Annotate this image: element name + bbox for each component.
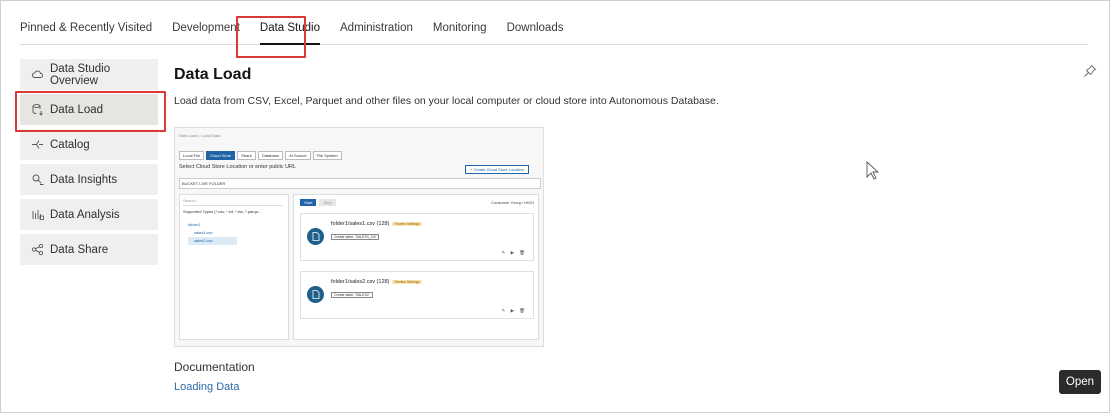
sidebar-item-label: Data Share (50, 243, 109, 256)
preview-search: Search... (183, 198, 283, 206)
file-icon (307, 228, 324, 245)
share-icon (31, 243, 44, 256)
preview-load-cart-panel: Start Stop Consumer Group: HIGH folder1/… (293, 194, 539, 340)
tab-development[interactable]: Development (172, 16, 240, 44)
tab-downloads[interactable]: Downloads (507, 16, 564, 44)
preview-toolbar: Start Stop (300, 199, 336, 206)
preview-tree: folder1 sales1.csv sales2.csv (188, 221, 237, 245)
preview-card-target: Create table: 'SALES2' (331, 292, 373, 298)
sidebar-item-data-analysis[interactable]: Data Analysis (20, 199, 158, 230)
page-description: Load data from CSV, Excel, Parquet and o… (174, 95, 719, 107)
preview-card-target: Create table: 'SALES1_CB' (331, 234, 380, 240)
data-load-preview-image: Data Load > Load Data Local File Cloud S… (174, 127, 544, 347)
preview-breadcrumb: Data Load > Load Data (179, 133, 221, 138)
file-icon (307, 286, 324, 303)
preview-tab: AI Source (285, 151, 311, 160)
preview-tree-folder: folder1 (188, 222, 201, 227)
sidebar-item-label: Data Insights (50, 173, 118, 186)
preview-tab: Share (237, 151, 256, 160)
preview-tab: Database (257, 151, 284, 160)
tab-administration[interactable]: Administration (340, 16, 413, 44)
preview-card-badge: Review Settings (392, 221, 422, 226)
tab-monitoring[interactable]: Monitoring (433, 16, 487, 44)
sidebar-item-data-insights[interactable]: Data Insights (20, 164, 158, 195)
preview-load-card: folder1/sales2.csv (128) Review Settings … (300, 271, 534, 319)
preview-load-card: folder1/sales1.csv (128) Review Settings … (300, 213, 534, 261)
sidebar-item-data-share[interactable]: Data Share (20, 234, 158, 265)
sidebar-item-label: Catalog (50, 138, 90, 151)
preview-card-actions: ✎ ▶ 🗑 (501, 308, 527, 313)
insights-icon (31, 173, 44, 186)
preview-tab: File System (312, 151, 342, 160)
sidebar-item-data-studio-overview[interactable]: Data Studio Overview (20, 59, 158, 90)
preview-tree-file: sales1.csv (194, 230, 213, 235)
catalog-icon (31, 138, 44, 151)
preview-source-tabs: Local File Cloud Store Share Database AI… (179, 151, 342, 160)
preview-tree-file: sales2.csv (188, 237, 237, 245)
sidebar-item-label: Data Studio Overview (50, 62, 111, 87)
preview-create-location-button: + Create Cloud Store Location (465, 165, 529, 174)
preview-start-button: Start (300, 199, 317, 206)
mouse-cursor-icon (866, 160, 880, 186)
documentation-heading: Documentation (174, 360, 255, 374)
loading-data-link[interactable]: Loading Data (174, 381, 239, 393)
pin-icon[interactable] (1083, 64, 1097, 78)
preview-supported-types: Supported Types (*.csv, *.txt, *.tsv, *.… (183, 209, 262, 214)
open-button[interactable]: Open (1059, 370, 1101, 394)
top-nav-tabs: Pinned & Recently Visited Development Da… (20, 16, 1088, 45)
preview-select-label: Select Cloud Store Location or enter pub… (179, 164, 297, 170)
sidebar-item-label: Data Analysis (50, 208, 120, 221)
preview-tab: Cloud Store (206, 151, 236, 160)
preview-card-name: folder1/sales1.csv (128) (331, 221, 390, 227)
highlight-box-data-studio-tab (236, 16, 306, 58)
analysis-icon (31, 208, 44, 221)
preview-card-badge: Review Settings (392, 279, 422, 284)
sidebar-item-catalog[interactable]: Catalog (20, 129, 158, 160)
preview-tab: Local File (179, 151, 205, 160)
tab-pinned-recently-visited[interactable]: Pinned & Recently Visited (20, 16, 152, 44)
cloud-icon (31, 68, 44, 81)
preview-stop-button: Stop (319, 199, 336, 206)
preview-consumer-group: Consumer Group: HIGH (491, 200, 534, 205)
preview-file-tree-panel: Search... Supported Types (*.csv, *.txt,… (179, 194, 289, 340)
page-title: Data Load (174, 66, 252, 83)
preview-card-name: folder1/sales2.csv (128) (331, 279, 390, 285)
highlight-box-data-load (15, 91, 166, 132)
preview-bucket-field: BUCKET LIVE FOLDER (179, 178, 541, 189)
preview-card-actions: ✎ ▶ 🗑 (501, 250, 527, 255)
window-frame (0, 0, 1110, 413)
